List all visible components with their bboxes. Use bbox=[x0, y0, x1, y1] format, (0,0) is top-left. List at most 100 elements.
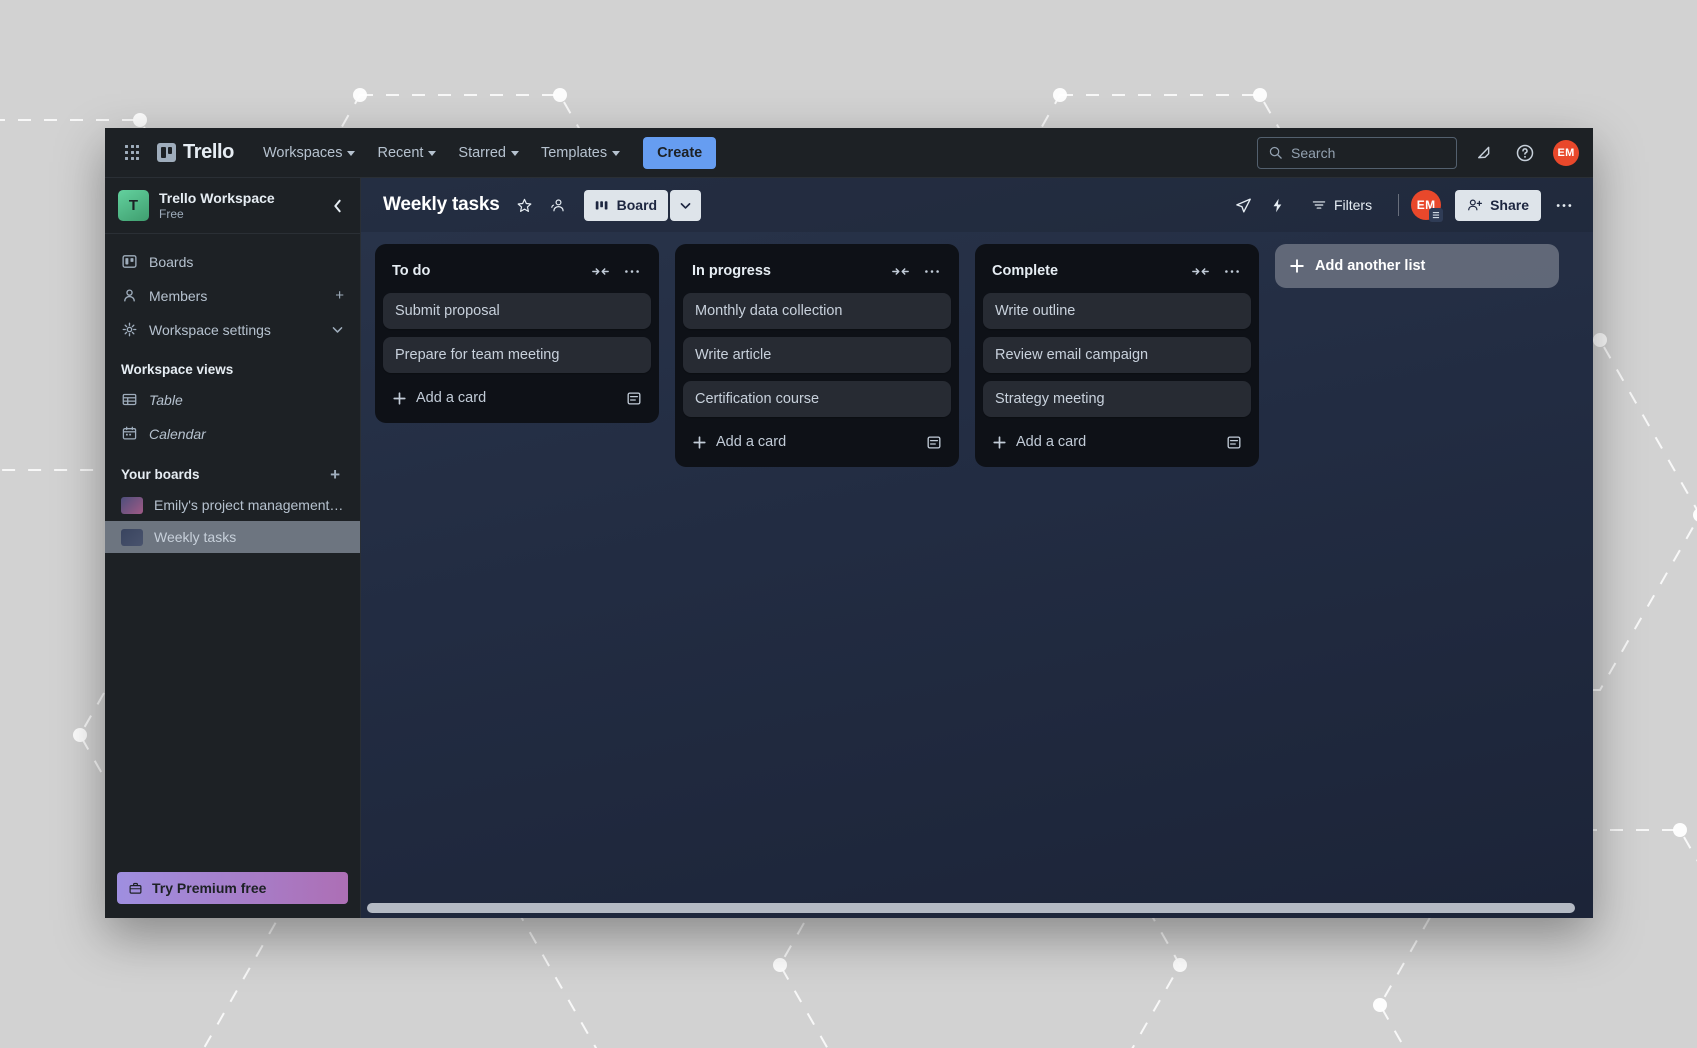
automation-button[interactable] bbox=[1263, 190, 1293, 220]
nav-label: Starred bbox=[458, 144, 506, 161]
sidebar-item-workspace-settings[interactable]: Workspace settings bbox=[113, 313, 352, 346]
add-member-button[interactable]: + bbox=[335, 288, 344, 303]
sidebar-item-boards[interactable]: Boards bbox=[113, 245, 352, 278]
sidebar: T Trello Workspace Free Boards Members +… bbox=[105, 178, 361, 918]
help-button[interactable] bbox=[1509, 137, 1541, 169]
card-template-icon[interactable] bbox=[1226, 435, 1242, 450]
star-icon bbox=[517, 198, 532, 212]
board-label: Emily's project management ... bbox=[154, 497, 344, 513]
list-header: In progress bbox=[683, 252, 951, 293]
board-send-button[interactable] bbox=[1229, 190, 1259, 220]
list-title: In progress bbox=[692, 263, 771, 279]
calendar-icon bbox=[122, 426, 137, 440]
trello-logo-home-link[interactable]: Trello bbox=[151, 138, 242, 167]
chevron-down-icon bbox=[510, 151, 519, 156]
briefcase-icon bbox=[129, 882, 142, 894]
card-list: Write outline Review email campaign Stra… bbox=[983, 293, 1251, 417]
collapse-list-button[interactable] bbox=[1187, 258, 1213, 284]
list-actions-button[interactable] bbox=[619, 258, 645, 284]
list-actions-button[interactable] bbox=[1219, 258, 1245, 284]
brand-name: Trello bbox=[183, 141, 234, 163]
board-menu-button[interactable] bbox=[1549, 190, 1579, 220]
sidebar-collapse-button[interactable] bbox=[324, 193, 350, 219]
workspace-visible-icon bbox=[551, 198, 564, 211]
app-switcher-button[interactable] bbox=[117, 138, 147, 168]
collapse-list-button[interactable] bbox=[587, 258, 613, 284]
header-divider bbox=[1398, 194, 1400, 216]
card[interactable]: Monthly data collection bbox=[683, 293, 951, 329]
share-button[interactable]: Share bbox=[1455, 189, 1541, 221]
nav-item-starred[interactable]: Starred bbox=[449, 137, 528, 169]
card[interactable]: Certification course bbox=[683, 381, 951, 417]
nav-item-templates[interactable]: Templates bbox=[532, 137, 629, 169]
create-board-button[interactable]: + bbox=[326, 466, 344, 483]
nav-label: Workspaces bbox=[262, 144, 343, 161]
try-premium-free-button[interactable]: Try Premium free bbox=[117, 872, 348, 904]
account-avatar[interactable]: EM bbox=[1553, 139, 1579, 166]
window-body: T Trello Workspace Free Boards Members +… bbox=[105, 178, 1593, 918]
heading-label: Your boards bbox=[121, 467, 200, 482]
list-actions-button[interactable] bbox=[919, 258, 945, 284]
board-horizontal-scrollbar[interactable] bbox=[361, 900, 1593, 918]
filters-button[interactable]: Filters bbox=[1301, 190, 1382, 221]
question-circle-icon bbox=[1516, 144, 1534, 161]
sidebar-item-label: Table bbox=[149, 391, 183, 408]
star-board-button[interactable] bbox=[510, 190, 540, 220]
chevron-down-icon[interactable] bbox=[331, 323, 344, 336]
collapse-horizontal-icon bbox=[1191, 267, 1209, 275]
sidebar-item-label: Calendar bbox=[149, 425, 206, 442]
card[interactable]: Strategy meeting bbox=[983, 381, 1251, 417]
plus-icon bbox=[1290, 259, 1304, 273]
heading-label: Workspace views bbox=[121, 362, 234, 377]
create-button[interactable]: Create bbox=[643, 136, 717, 169]
card[interactable]: Write article bbox=[683, 337, 951, 373]
ellipsis-icon bbox=[925, 269, 939, 273]
premium-cta-wrapper: Try Premium free bbox=[105, 862, 360, 918]
add-card-button[interactable]: Add a card bbox=[683, 423, 951, 461]
sidebar-item-members[interactable]: Members + bbox=[113, 279, 352, 312]
board-view-button[interactable]: Board bbox=[583, 189, 669, 221]
search-icon bbox=[1269, 146, 1282, 159]
scrollbar-thumb[interactable] bbox=[367, 903, 1575, 913]
card-list: Monthly data collection Write article Ce… bbox=[683, 293, 951, 417]
board-member-avatar[interactable]: EM ☰ bbox=[1411, 190, 1444, 222]
view-dropdown-button[interactable] bbox=[670, 189, 702, 221]
board-header: Weekly tasks Board Filters EM ☰ Share bbox=[361, 178, 1593, 232]
add-card-button[interactable]: Add a card bbox=[983, 423, 1251, 461]
list-header: To do bbox=[383, 252, 651, 293]
collapse-horizontal-icon bbox=[891, 267, 909, 275]
board-thumbnail bbox=[121, 496, 143, 514]
trello-mark-icon bbox=[157, 143, 176, 162]
board-visibility-button[interactable] bbox=[544, 190, 574, 220]
workspace-name: Trello Workspace bbox=[159, 190, 275, 206]
list-header: Complete bbox=[983, 252, 1251, 293]
page-title: Weekly tasks bbox=[383, 194, 500, 215]
nav-item-recent[interactable]: Recent bbox=[368, 137, 445, 169]
card[interactable]: Prepare for team meeting bbox=[383, 337, 651, 373]
card-template-glyph bbox=[1227, 435, 1241, 449]
sidebar-item-table[interactable]: Table bbox=[113, 383, 352, 416]
card-template-icon[interactable] bbox=[626, 391, 642, 406]
view-switcher: Board bbox=[583, 189, 702, 221]
add-another-list-button[interactable]: Add another list bbox=[1275, 244, 1559, 288]
person-add-icon bbox=[1468, 199, 1483, 211]
card-template-icon[interactable] bbox=[926, 435, 942, 450]
nav-item-workspaces[interactable]: Workspaces bbox=[254, 137, 365, 169]
sidebar-board-weekly-tasks[interactable]: Weekly tasks bbox=[105, 521, 360, 553]
card[interactable]: Submit proposal bbox=[383, 293, 651, 329]
plus-icon bbox=[993, 435, 1006, 449]
collapse-list-button[interactable] bbox=[887, 258, 913, 284]
workspace-avatar: T bbox=[118, 190, 149, 221]
chevron-down-icon bbox=[347, 151, 356, 156]
sidebar-board-emilys-project-management[interactable]: Emily's project management ... bbox=[105, 489, 360, 521]
card[interactable]: Review email campaign bbox=[983, 337, 1251, 373]
card[interactable]: Write outline bbox=[983, 293, 1251, 329]
sidebar-item-label: Members bbox=[149, 287, 208, 304]
search-input[interactable]: Search bbox=[1257, 136, 1457, 169]
chevron-down-icon bbox=[428, 151, 437, 156]
add-card-button[interactable]: Add a card bbox=[383, 379, 651, 417]
notifications-button[interactable] bbox=[1467, 137, 1499, 169]
sidebar-item-calendar[interactable]: Calendar bbox=[113, 417, 352, 450]
ellipsis-icon bbox=[625, 269, 639, 273]
filters-label: Filters bbox=[1333, 197, 1373, 213]
